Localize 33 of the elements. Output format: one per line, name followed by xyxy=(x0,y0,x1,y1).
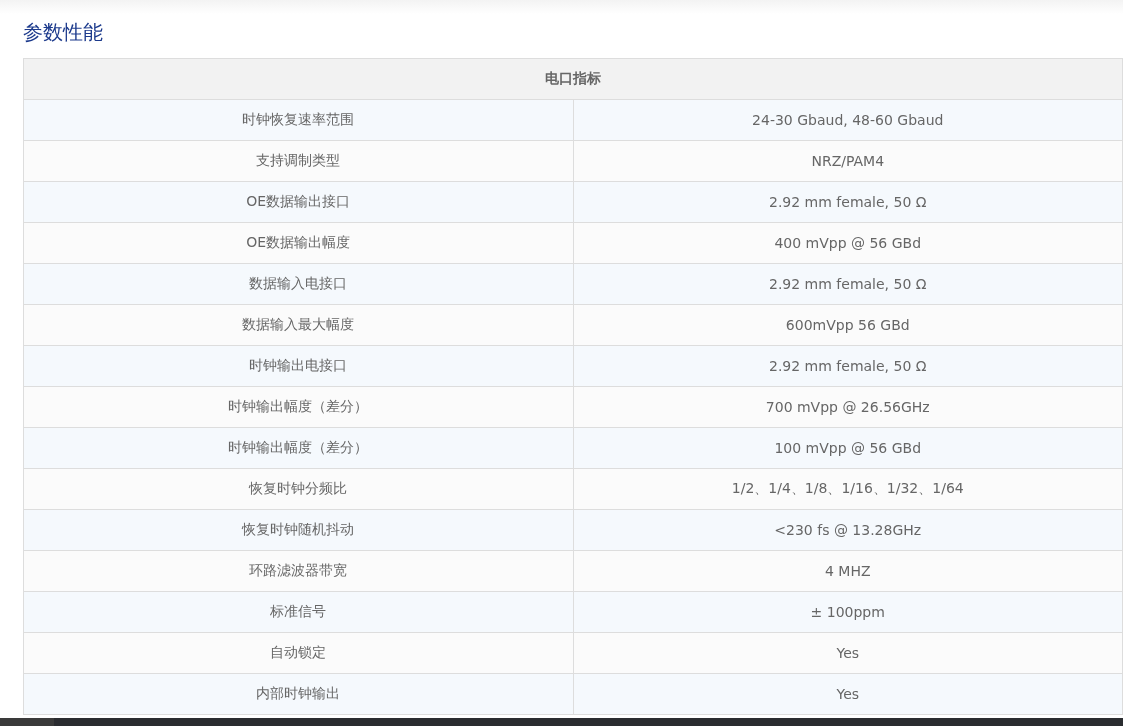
table-cell: 内部时钟输出 xyxy=(23,673,573,715)
table-cell: 标准信号 xyxy=(23,591,573,633)
table-cell: 1/2、1/4、1/8、1/16、1/32、1/64 xyxy=(573,468,1123,510)
table-cell: 时钟恢复速率范围 xyxy=(23,99,573,141)
table-cell: <230 fs @ 13.28GHz xyxy=(573,509,1123,551)
table-cell: 支持调制类型 xyxy=(23,140,573,182)
table-cell: 2.92 mm female, 50 Ω xyxy=(573,345,1123,387)
horizontal-scrollbar[interactable] xyxy=(0,718,1123,726)
section-title: 参数性能 xyxy=(23,19,104,46)
table-cell: 数据输入电接口 xyxy=(23,263,573,305)
table-cell: 时钟输出幅度（差分） xyxy=(23,386,573,428)
table-cell: 100 mVpp @ 56 GBd xyxy=(573,427,1123,469)
table-cell: 600mVpp 56 GBd xyxy=(573,304,1123,346)
table-header-cell: 电口指标 xyxy=(23,58,1123,100)
table-cell: 恢复时钟随机抖动 xyxy=(23,509,573,551)
table-cell: Yes xyxy=(573,632,1123,674)
table-cell: OE数据输出接口 xyxy=(23,181,573,223)
table-cell: 2.92 mm female, 50 Ω xyxy=(573,181,1123,223)
table-cell: 2.92 mm female, 50 Ω xyxy=(573,263,1123,305)
table-cell: 24-30 Gbaud, 48-60 Gbaud xyxy=(573,99,1123,141)
table-cell: 环路滤波器带宽 xyxy=(23,550,573,592)
table-cell: 700 mVpp @ 26.56GHz xyxy=(573,386,1123,428)
table-cell: 4 MHZ xyxy=(573,550,1123,592)
table-cell: 自动锁定 xyxy=(23,632,573,674)
table-cell: Yes xyxy=(573,673,1123,715)
table-cell: 时钟输出电接口 xyxy=(23,345,573,387)
table-cell: OE数据输出幅度 xyxy=(23,222,573,264)
table-cell: NRZ/PAM4 xyxy=(573,140,1123,182)
table-cell: 数据输入最大幅度 xyxy=(23,304,573,346)
table-cell: 时钟输出幅度（差分） xyxy=(23,427,573,469)
table-cell: 恢复时钟分频比 xyxy=(23,468,573,510)
table-cell: ± 100ppm xyxy=(573,591,1123,633)
table-cell: 400 mVpp @ 56 GBd xyxy=(573,222,1123,264)
